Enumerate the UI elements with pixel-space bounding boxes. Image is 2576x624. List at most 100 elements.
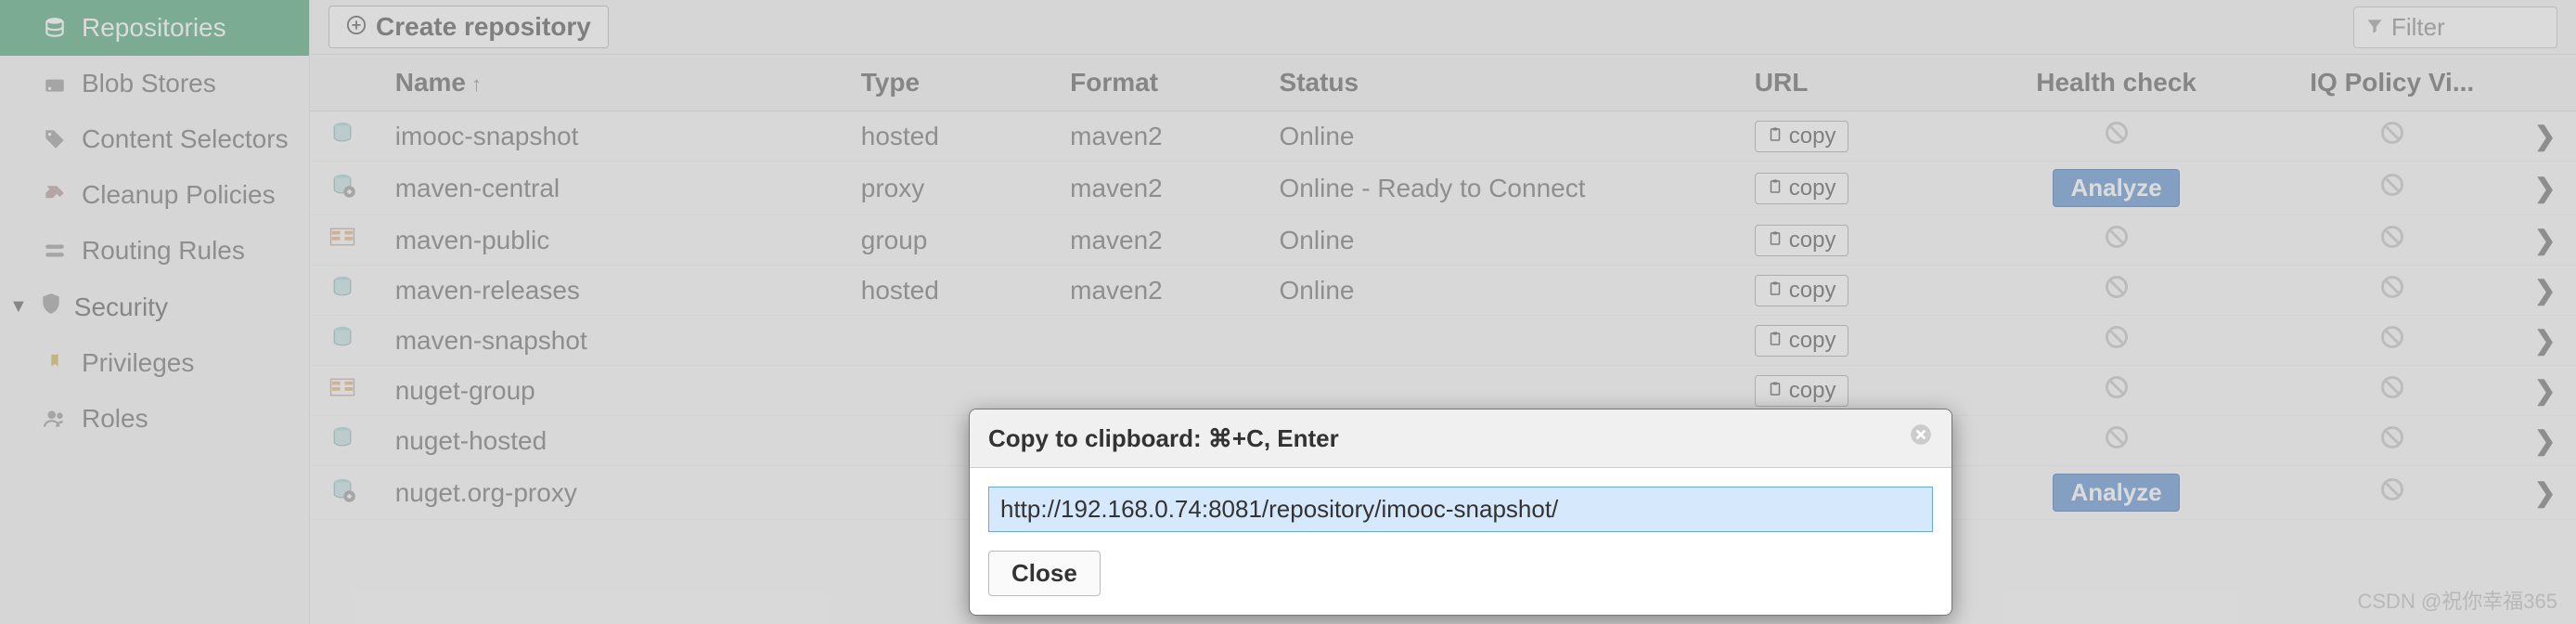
sidebar-item-content-selectors[interactable]: Content Selectors [0, 111, 309, 167]
table-row[interactable]: maven-snapshot copy ❯ [310, 316, 2576, 366]
header-status[interactable]: Status [1261, 55, 1736, 111]
forbidden-icon [2379, 478, 2405, 509]
repo-name: imooc-snapshot [377, 111, 843, 162]
repo-type: group [843, 215, 1051, 266]
repo-type-icon [310, 366, 377, 416]
filter-input-box[interactable] [2353, 6, 2557, 48]
shield-icon [39, 292, 63, 322]
header-health[interactable]: Health check [1964, 55, 2269, 111]
dialog-title: Copy to clipboard: ⌘+C, Enter [988, 424, 1339, 453]
clipboard-icon [1767, 378, 1784, 404]
repo-name: nuget-hosted [377, 416, 843, 466]
clipboard-icon [1767, 278, 1784, 304]
plus-icon [346, 12, 367, 42]
analyze-button[interactable]: Analyze [2053, 474, 2179, 512]
chevron-right-icon[interactable]: ❯ [2516, 466, 2576, 520]
watermark: CSDN @祝你幸福365 [2358, 585, 2558, 615]
clipboard-icon [1767, 176, 1784, 202]
header-icon [310, 55, 377, 111]
header-name[interactable]: Name↑ [377, 55, 843, 111]
copy-url-button[interactable]: copy [1755, 225, 1848, 256]
repo-type: proxy [843, 162, 1051, 215]
copy-url-button[interactable]: copy [1755, 173, 1848, 204]
repo-format: maven2 [1051, 162, 1260, 215]
sidebar-item-label: Routing Rules [82, 236, 245, 266]
repo-name: maven-central [377, 162, 843, 215]
repo-name: nuget.org-proxy [377, 466, 843, 520]
sort-asc-icon: ↑ [471, 72, 482, 96]
copy-url-button[interactable]: copy [1755, 275, 1848, 306]
clipboard-icon [1767, 228, 1784, 254]
caret-down-icon: ▼ [9, 296, 28, 318]
repo-type: hosted [843, 266, 1051, 316]
forbidden-icon [2104, 426, 2130, 457]
repo-status: Online [1261, 266, 1736, 316]
forbidden-icon [2379, 174, 2405, 204]
broom-icon [41, 183, 69, 207]
filter-input[interactable] [2391, 13, 2545, 42]
hdd-icon [41, 72, 69, 96]
sidebar-item-label: Blob Stores [82, 69, 216, 98]
close-button[interactable]: Close [988, 551, 1101, 596]
repo-type-icon [310, 416, 377, 466]
funnel-icon [2365, 13, 2384, 42]
dialog-footer: Close [970, 551, 1951, 615]
repo-name: maven-public [377, 215, 843, 266]
header-url[interactable]: URL [1736, 55, 1964, 111]
sidebar-item-cleanup-policies[interactable]: Cleanup Policies [0, 167, 309, 223]
tags-icon [41, 127, 69, 151]
sidebar-item-privileges[interactable]: Privileges [0, 335, 309, 391]
table-row[interactable]: maven-releases hosted maven2 Online copy… [310, 266, 2576, 316]
create-repository-button[interactable]: Create repository [328, 6, 609, 48]
forbidden-icon [2379, 426, 2405, 457]
clipboard-icon [1767, 328, 1784, 354]
close-icon[interactable] [1909, 422, 1933, 454]
forbidden-icon [2379, 226, 2405, 256]
sidebar-item-label: Content Selectors [82, 124, 289, 154]
dialog-body [970, 468, 1951, 551]
repo-status: Online - Ready to Connect [1261, 162, 1736, 215]
header-more [2516, 55, 2576, 111]
database-icon [41, 16, 69, 40]
chevron-right-icon[interactable]: ❯ [2516, 266, 2576, 316]
chevron-right-icon[interactable]: ❯ [2516, 416, 2576, 466]
repo-name: maven-snapshot [377, 316, 843, 366]
forbidden-icon [2379, 376, 2405, 407]
create-label: Create repository [376, 12, 591, 42]
forbidden-icon [2104, 326, 2130, 357]
repo-type-icon [310, 111, 377, 162]
forbidden-icon [2104, 226, 2130, 256]
header-format[interactable]: Format [1051, 55, 1260, 111]
route-icon [41, 239, 69, 263]
copy-url-button[interactable]: copy [1755, 121, 1848, 152]
sidebar-item-blob-stores[interactable]: Blob Stores [0, 56, 309, 111]
sidebar-item-roles[interactable]: Roles [0, 391, 309, 447]
forbidden-icon [2379, 326, 2405, 357]
copy-url-button[interactable]: copy [1755, 325, 1848, 357]
chevron-right-icon[interactable]: ❯ [2516, 366, 2576, 416]
chevron-right-icon[interactable]: ❯ [2516, 215, 2576, 266]
repo-format: maven2 [1051, 111, 1260, 162]
toolbar: Create repository [310, 0, 2576, 55]
repo-status: Online [1261, 111, 1736, 162]
group-icon [41, 407, 69, 431]
header-type[interactable]: Type [843, 55, 1051, 111]
table-row[interactable]: imooc-snapshot hosted maven2 Online copy… [310, 111, 2576, 162]
url-input[interactable] [988, 487, 1933, 532]
header-iq[interactable]: IQ Policy Vi... [2269, 55, 2516, 111]
repo-status: Online [1261, 215, 1736, 266]
analyze-button[interactable]: Analyze [2053, 169, 2179, 207]
repo-type-icon [310, 466, 377, 520]
sidebar-item-repositories[interactable]: Repositories [0, 0, 309, 56]
sidebar-item-routing-rules[interactable]: Routing Rules [0, 223, 309, 279]
chevron-right-icon[interactable]: ❯ [2516, 316, 2576, 366]
table-row[interactable]: maven-central proxy maven2 Online - Read… [310, 162, 2576, 215]
section-label: Security [74, 292, 168, 322]
chevron-right-icon[interactable]: ❯ [2516, 111, 2576, 162]
table-row[interactable]: maven-public group maven2 Online copy ❯ [310, 215, 2576, 266]
sidebar-item-label: Roles [82, 404, 148, 434]
chevron-right-icon[interactable]: ❯ [2516, 162, 2576, 215]
repo-type-icon [310, 316, 377, 366]
copy-url-button[interactable]: copy [1755, 375, 1848, 407]
sidebar-section-security[interactable]: ▼ Security [0, 279, 309, 335]
